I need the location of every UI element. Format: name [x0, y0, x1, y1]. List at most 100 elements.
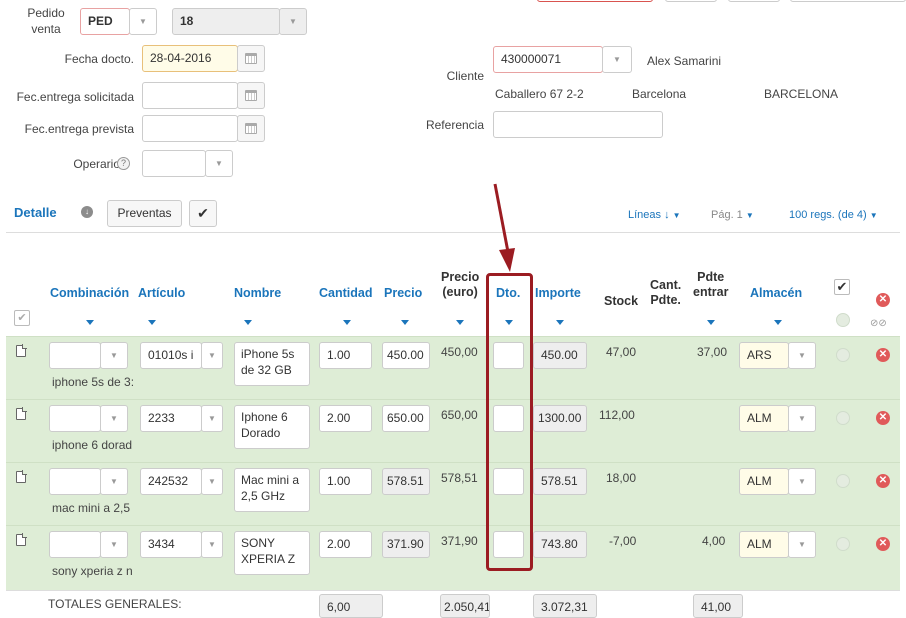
almacen-dropdown[interactable]: ▼ [788, 531, 816, 558]
almacen-dropdown[interactable]: ▼ [788, 342, 816, 369]
nombre-field[interactable]: SONY XPERIA Z [234, 531, 310, 575]
combinacion-dropdown[interactable]: ▼ [100, 531, 128, 558]
col-articulo[interactable]: Artículo [138, 286, 185, 301]
articulo-field[interactable]: 2233 [140, 405, 202, 432]
articulo-dropdown[interactable]: ▼ [201, 405, 223, 432]
operario-select[interactable] [142, 150, 206, 177]
help-icon[interactable]: ? [117, 157, 130, 170]
combinacion-dropdown[interactable]: ▼ [100, 342, 128, 369]
download-icon[interactable]: ↓ [81, 206, 93, 218]
row-status-dot[interactable] [836, 411, 850, 425]
select-all-checkbox[interactable]: ✔ [14, 310, 30, 326]
col-cantidad[interactable]: Cantidad [319, 286, 372, 301]
precio-field[interactable]: 650.00 [382, 405, 430, 432]
articulo-field[interactable]: 3434 [140, 531, 202, 558]
col-combinacion[interactable]: Combinación [50, 286, 129, 301]
document-icon[interactable] [16, 344, 27, 357]
pedido-serie-select[interactable]: PED [80, 8, 130, 35]
combinacion-select[interactable] [49, 405, 101, 432]
col-importe[interactable]: Importe [535, 286, 581, 301]
nombre-field[interactable]: Mac mini a 2,5 GHz [234, 468, 310, 512]
header-status-dot [836, 313, 850, 327]
almacen-dropdown[interactable]: ▼ [788, 405, 816, 432]
precio-field[interactable]: 578.51 [382, 468, 430, 495]
stock-value: -7,00 [609, 534, 637, 548]
articulo-field[interactable]: 242532 [140, 468, 202, 495]
delete-row-icon[interactable]: ✕ [876, 474, 890, 488]
document-icon[interactable] [16, 407, 27, 420]
fec-prevista-field[interactable] [142, 115, 238, 142]
sort-caret-precio[interactable] [401, 320, 409, 325]
almacen-dropdown[interactable]: ▼ [788, 468, 816, 495]
nombre-field[interactable]: Iphone 6 Dorado [234, 405, 310, 449]
confirm-check-button[interactable]: ✔ [189, 200, 217, 227]
combinacion-select[interactable] [49, 468, 101, 495]
pedido-serie-dropdown[interactable]: ▼ [129, 8, 157, 35]
combinacion-select[interactable] [49, 342, 101, 369]
articulo-dropdown[interactable]: ▼ [201, 531, 223, 558]
almacen-select[interactable]: ALM [739, 405, 789, 432]
combinacion-select[interactable] [49, 531, 101, 558]
col-nombre[interactable]: Nombre [234, 286, 281, 301]
regs-link[interactable]: 100 regs. (de 4) ▼ [789, 209, 878, 221]
header-check-box[interactable]: ✔ [834, 279, 850, 295]
sort-caret-nombre[interactable] [244, 320, 252, 325]
nombre-field[interactable]: iPhone 5s de 32 GB [234, 342, 310, 386]
top-button-1[interactable] [665, 0, 717, 2]
delete-row-icon[interactable]: ✕ [876, 411, 890, 425]
fec-solicitada-field[interactable] [142, 82, 238, 109]
row-status-dot[interactable] [836, 474, 850, 488]
delete-row-icon[interactable]: ✕ [876, 537, 890, 551]
col-precio-euro: Precio (euro) [441, 270, 479, 300]
pedido-numero-field[interactable]: 18 [172, 8, 280, 35]
precio-field[interactable]: 450.00 [382, 342, 430, 369]
document-icon[interactable] [16, 533, 27, 546]
pagina-link[interactable]: Pág. 1 ▼ [711, 209, 754, 221]
sort-caret-almacen[interactable] [774, 320, 782, 325]
delete-all-icon[interactable]: ✕ [876, 293, 890, 307]
fec-solicitada-calendar-button[interactable] [237, 82, 265, 109]
pedido-numero-dropdown[interactable]: ▼ [279, 8, 307, 35]
articulo-dropdown[interactable]: ▼ [201, 468, 223, 495]
col-almacen[interactable]: Almacén [750, 286, 802, 301]
row-status-dot[interactable] [836, 537, 850, 551]
sort-caret-combinacion[interactable] [86, 320, 94, 325]
row-descripcion: iphone 5s de 3: [52, 375, 135, 389]
fec-prevista-calendar-button[interactable] [237, 115, 265, 142]
preventas-button[interactable]: Preventas [107, 200, 182, 227]
calendar-icon [245, 53, 257, 64]
row-descripcion: mac mini a 2,5 [52, 501, 131, 515]
fecha-docto-field[interactable]: 28-04-2016 [142, 45, 238, 72]
row-status-dot[interactable] [836, 348, 850, 362]
cantidad-field[interactable]: 1.00 [319, 468, 372, 495]
lineas-sort-link[interactable]: Líneas ↓ ▼ [628, 209, 681, 221]
operario-dropdown[interactable]: ▼ [205, 150, 233, 177]
clear-circles-icon[interactable]: ⊘⊘ [870, 318, 887, 329]
sort-caret-articulo[interactable] [148, 320, 156, 325]
sort-caret-importe[interactable] [556, 320, 564, 325]
fecha-docto-calendar-button[interactable] [237, 45, 265, 72]
cliente-dropdown[interactable]: ▼ [602, 46, 632, 73]
combinacion-dropdown[interactable]: ▼ [100, 405, 128, 432]
cantidad-field[interactable]: 2.00 [319, 405, 372, 432]
sort-caret-pdte-entrar[interactable] [707, 320, 715, 325]
sort-caret-cantidad[interactable] [343, 320, 351, 325]
cantidad-field[interactable]: 2.00 [319, 531, 372, 558]
articulo-field[interactable]: 01010s i [140, 342, 202, 369]
col-precio[interactable]: Precio [384, 286, 422, 301]
cliente-codigo-field[interactable]: 430000071 [493, 46, 603, 73]
referencia-field[interactable] [493, 111, 663, 138]
delete-row-icon[interactable]: ✕ [876, 348, 890, 362]
top-button-3[interactable] [790, 0, 906, 2]
articulo-dropdown[interactable]: ▼ [201, 342, 223, 369]
almacen-select[interactable]: ARS [739, 342, 789, 369]
top-button-2[interactable] [728, 0, 780, 2]
almacen-select[interactable]: ALM [739, 531, 789, 558]
precio-field[interactable]: 371.90 [382, 531, 430, 558]
almacen-select[interactable]: ALM [739, 468, 789, 495]
sort-caret-precio-euro[interactable] [456, 320, 464, 325]
cantidad-field[interactable]: 1.00 [319, 342, 372, 369]
combinacion-dropdown[interactable]: ▼ [100, 468, 128, 495]
document-icon[interactable] [16, 470, 27, 483]
top-button-red[interactable] [537, 0, 653, 2]
